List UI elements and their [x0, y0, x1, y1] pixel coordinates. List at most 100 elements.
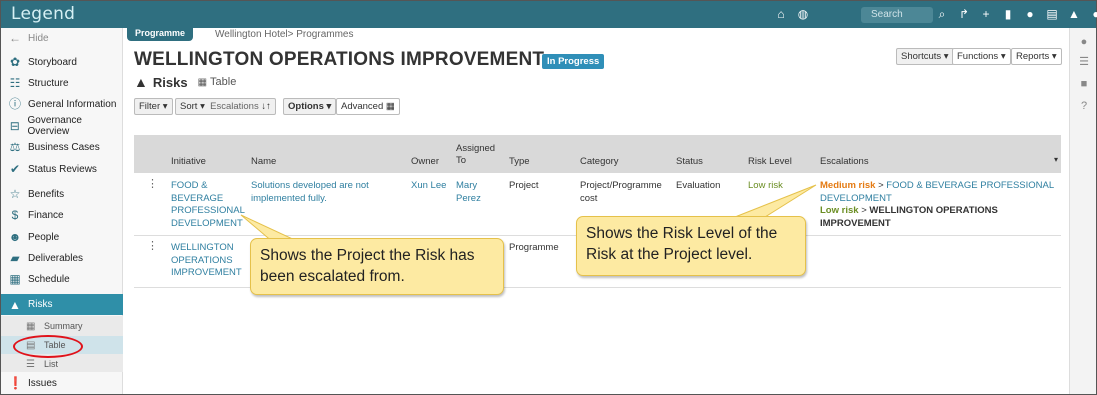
- help-icon[interactable]: ?: [1078, 100, 1090, 112]
- column-header-initiative[interactable]: Initiative: [171, 156, 206, 167]
- row-escalations: Medium risk > FOOD & BEVERAGE PROFESSION…: [820, 180, 1060, 230]
- row-initiative-link[interactable]: FOOD & BEVERAGE PROFESSIONAL DEVELOPMENT: [171, 180, 245, 230]
- row-owner-link[interactable]: Xun Lee: [411, 180, 446, 193]
- risk-view-label: Summary: [44, 321, 83, 331]
- column-header-owner[interactable]: Owner: [411, 156, 439, 167]
- options-button[interactable]: Options ▾: [283, 98, 337, 115]
- column-header-name[interactable]: Name: [251, 156, 276, 167]
- sidebar-item-business-cases[interactable]: ⚖ Business Cases: [1, 137, 123, 157]
- search-input[interactable]: Search: [861, 7, 933, 23]
- sidebar-item-deliverables[interactable]: ▰ Deliverables: [1, 248, 123, 268]
- risk-view-label: List: [44, 359, 59, 369]
- cell-line: OPERATIONS: [171, 254, 233, 266]
- page-title: WELLINGTON OPERATIONS IMPROVEMENT: [134, 49, 545, 70]
- table-header: Initiative Name Owner Assigned To Type C…: [134, 135, 1061, 173]
- sidebar-item-general-information[interactable]: ⓘ General Information: [1, 94, 123, 114]
- share-icon[interactable]: ↱: [957, 7, 971, 21]
- row-menu-icon[interactable]: ⋮: [147, 239, 158, 252]
- sidebar-item-risks[interactable]: ▲ Risks: [1, 294, 123, 315]
- sidebar-item-structure[interactable]: ☷ Structure: [1, 73, 123, 93]
- risk-view-summary[interactable]: ▦ Summary: [1, 317, 123, 335]
- advanced-button[interactable]: Advanced ▦: [336, 98, 400, 115]
- sidebar-item-benefits[interactable]: ☆ Benefits: [1, 184, 123, 204]
- hide-sidebar-button[interactable]: ← Hide: [1, 28, 123, 48]
- right-callout: Shows the Risk Level of the Risk at the …: [576, 216, 806, 276]
- row-risk-level: Low risk: [748, 180, 783, 191]
- shortcuts-label: Shortcuts: [901, 51, 942, 62]
- sidebar-item-status-reviews[interactable]: ✔ Status Reviews: [1, 159, 123, 179]
- reports-dropdown[interactable]: Reports ▾: [1011, 48, 1062, 65]
- sort-label: Sort: [180, 101, 198, 112]
- column-header-line: To: [456, 155, 467, 166]
- risk-view-list[interactable]: ☰ List: [1, 355, 123, 373]
- column-header-type[interactable]: Type: [509, 156, 530, 167]
- escalation-target-link[interactable]: DEVELOPMENT: [820, 193, 1060, 206]
- sidebar-item-label: Status Reviews: [28, 163, 97, 175]
- row-type: Project: [509, 180, 539, 191]
- lock-icon[interactable]: ■: [1078, 78, 1090, 90]
- row-assigned-link[interactable]: Mary Perez: [456, 180, 481, 205]
- column-header-category[interactable]: Category: [580, 156, 619, 167]
- app-logo[interactable]: Legend: [11, 4, 75, 24]
- user-icon[interactable]: ●: [1089, 7, 1097, 21]
- column-header-status[interactable]: Status: [676, 156, 703, 167]
- shortcuts-dropdown[interactable]: Shortcuts ▾: [896, 48, 954, 65]
- column-header-assigned-to[interactable]: Assigned To: [456, 143, 495, 167]
- comment-icon[interactable]: ●: [1078, 36, 1090, 48]
- structure-icon: ☷: [9, 76, 21, 90]
- sidebar-item-issues[interactable]: ❗ Issues: [1, 373, 123, 393]
- sidebar-item-label: Storyboard: [28, 56, 77, 68]
- sidebar-item-schedule[interactable]: ▦ Schedule: [1, 269, 123, 289]
- sidebar-item-storyboard[interactable]: ✿ Storyboard: [1, 52, 123, 72]
- functions-dropdown[interactable]: Functions ▾: [952, 48, 1011, 65]
- cell-line: DEVELOPMENT: [171, 217, 243, 229]
- document-icon[interactable]: ▤: [1045, 7, 1059, 21]
- sidebar-item-label: Business Cases: [28, 141, 100, 153]
- table-icon: ▦: [383, 101, 395, 112]
- bell-icon[interactable]: ▲: [1067, 7, 1081, 21]
- sort-field-label: Escalations: [210, 101, 259, 112]
- callout-line: Risk at the Project level.: [586, 246, 753, 263]
- sidebar-item-people[interactable]: ☻ People: [1, 227, 123, 247]
- escalation-separator: >: [861, 205, 867, 216]
- plus-icon[interactable]: +: [979, 7, 993, 21]
- view-label: Table: [210, 76, 237, 88]
- row-initiative-link[interactable]: WELLINGTON OPERATIONS IMPROVEMENT: [171, 242, 242, 280]
- row-menu-icon[interactable]: ⋮: [147, 177, 158, 190]
- escalation-target-link[interactable]: FOOD & BEVERAGE PROFESSIONAL: [886, 180, 1054, 191]
- callout-line: Shows the Project the Risk has: [260, 247, 475, 264]
- sidebar-item-label: Structure: [28, 77, 69, 89]
- sidebar-item-label: Governance Overview: [27, 115, 82, 137]
- sort-button[interactable]: Sort ▾ Escalations ↓↑: [175, 98, 276, 115]
- left-callout: Shows the Project the Risk has been esca…: [250, 238, 504, 295]
- sidebar-item-governance-overview[interactable]: ⊟ Governance Overview: [1, 115, 123, 137]
- caret-down-icon[interactable]: ▾: [1054, 155, 1058, 164]
- column-header-risk-level[interactable]: Risk Level: [748, 156, 792, 167]
- sidebar-item-finance[interactable]: $ Finance: [1, 205, 123, 225]
- bookmark-icon[interactable]: ▮: [1001, 7, 1015, 21]
- chat-icon[interactable]: ●: [1023, 7, 1037, 21]
- search-icon[interactable]: ⌕: [935, 7, 949, 21]
- column-header-escalations[interactable]: Escalations: [820, 156, 869, 167]
- status-badge: In Progress: [542, 54, 605, 69]
- cell-line: PROFESSIONAL: [171, 205, 245, 216]
- globe-icon[interactable]: ◍: [796, 7, 810, 21]
- column-header-line: Assigned: [456, 143, 496, 154]
- cell-line: BEVERAGE: [171, 192, 224, 204]
- list-icon[interactable]: ☰: [1078, 56, 1090, 68]
- calendar-icon: ▦: [9, 272, 21, 286]
- grid-icon: ▦: [26, 320, 36, 332]
- scales-icon: ⚖: [9, 140, 21, 154]
- row-category: Project/Programme cost: [580, 180, 662, 205]
- row-name-link[interactable]: Solutions developed are not implemented …: [251, 180, 369, 205]
- caret-down-icon: ▾: [197, 101, 211, 112]
- home-icon[interactable]: ⌂: [774, 7, 788, 21]
- cell-line: FOOD &: [171, 180, 208, 191]
- breadcrumb[interactable]: Wellington Hotel> Programmes: [215, 29, 354, 40]
- filter-button[interactable]: Filter ▾: [134, 98, 173, 115]
- check-icon: ✔: [9, 162, 21, 176]
- filter-label: Filter: [139, 101, 161, 112]
- row-status: Evaluation: [676, 180, 721, 191]
- risks-subheader: ▲ Risks ▦ Table: [134, 74, 236, 90]
- cell-line: Perez: [456, 192, 481, 204]
